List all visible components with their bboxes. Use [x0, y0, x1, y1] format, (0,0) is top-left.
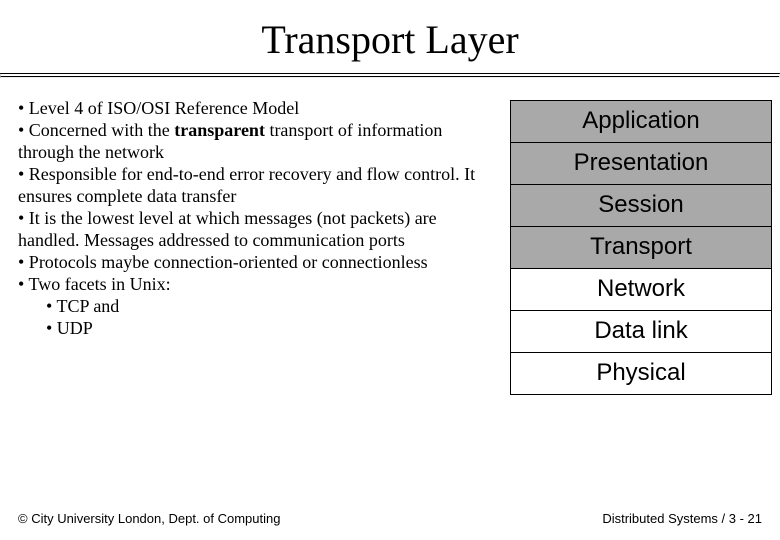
bullet-3: • Responsible for end-to-end error recov… [18, 164, 498, 208]
slide: Transport Layer • Level 4 of ISO/OSI Ref… [0, 0, 780, 540]
osi-datalink: Data link [511, 311, 772, 353]
bullet-2: • Concerned with the transparent transpo… [18, 120, 498, 164]
bullet-5: • Protocols maybe connection-oriented or… [18, 252, 498, 274]
bullet-6a: • TCP and [18, 296, 498, 318]
osi-application: Application [511, 101, 772, 143]
footer: © City University London, Dept. of Compu… [18, 511, 762, 526]
bullet-4: • It is the lowest level at which messag… [18, 208, 498, 252]
footer-left: © City University London, Dept. of Compu… [18, 511, 280, 526]
osi-session: Session [511, 185, 772, 227]
bullet-6: • Two facets in Unix: [18, 274, 498, 296]
osi-stack: Application Presentation Session Transpo… [510, 100, 772, 395]
osi-presentation: Presentation [511, 143, 772, 185]
osi-network: Network [511, 269, 772, 311]
osi-diagram: Application Presentation Session Transpo… [498, 98, 772, 395]
osi-transport: Transport [511, 227, 772, 269]
bullet-6b: • UDP [18, 318, 498, 340]
slide-title: Transport Layer [0, 0, 780, 73]
osi-physical: Physical [511, 353, 772, 395]
content-area: • Level 4 of ISO/OSI Reference Model • C… [0, 78, 780, 395]
body-text: • Level 4 of ISO/OSI Reference Model • C… [18, 98, 498, 339]
footer-right: Distributed Systems / 3 - 21 [602, 511, 762, 526]
bullet-2-bold: transparent [174, 120, 265, 140]
bullet-2-pre: • Concerned with the [18, 120, 174, 140]
bullet-1: • Level 4 of ISO/OSI Reference Model [18, 98, 498, 120]
